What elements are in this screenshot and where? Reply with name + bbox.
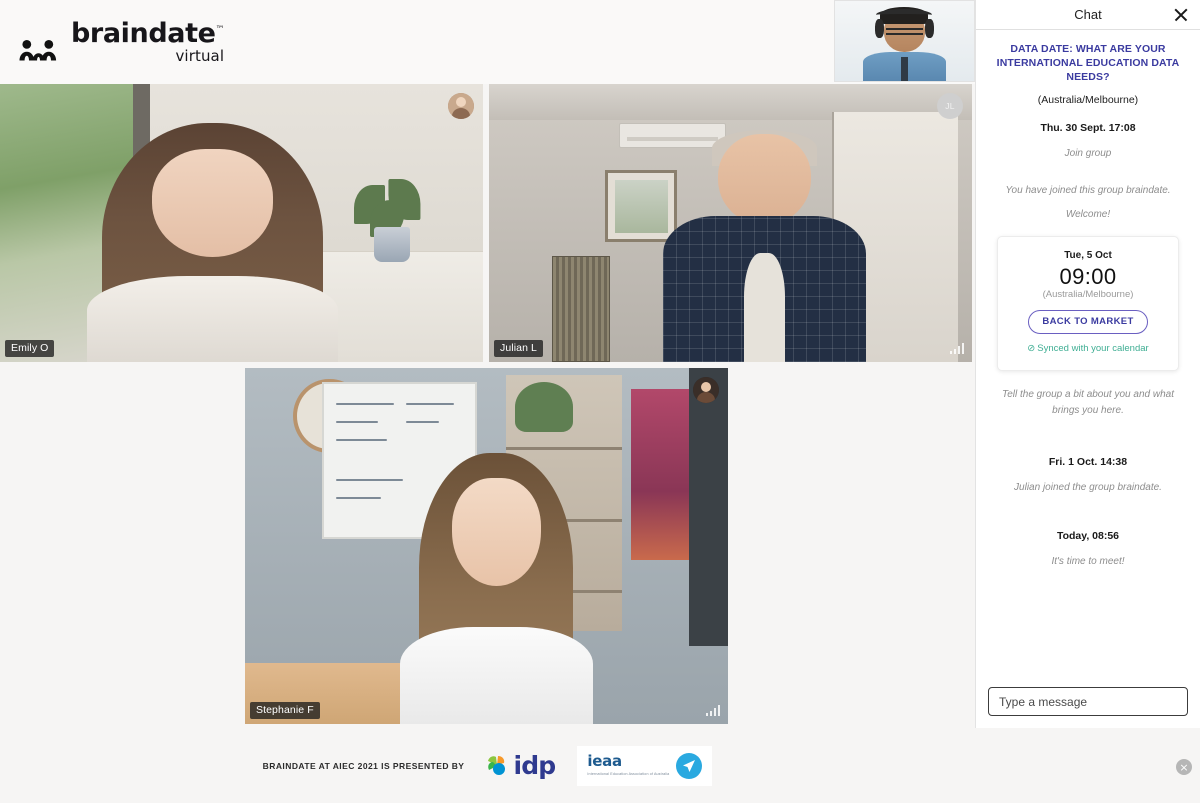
chat-panel: Chat DATA DATE: WHAT ARE YOUR INTERNATIO… — [975, 0, 1200, 728]
sponsor-logo-idp[interactable]: idp — [486, 751, 556, 780]
braindate-logo[interactable]: braindate™ virtual — [18, 18, 225, 65]
video-feed — [0, 84, 483, 362]
meeting-date: Tue, 5 Oct — [1064, 250, 1112, 262]
close-circle-icon[interactable]: × — [1176, 759, 1192, 775]
avatar — [693, 377, 719, 403]
calendar-sync-text: Synced with your calendar — [1037, 343, 1149, 355]
chat-header: Chat — [976, 0, 1200, 30]
participant-name-label: Julian L — [494, 340, 543, 357]
calendar-sync-status: ⊘ Synced with your calendar — [1008, 343, 1168, 356]
close-glyph: × — [1179, 760, 1189, 774]
chat-title: Chat — [1074, 7, 1102, 22]
participant-name-label: Stephanie F — [250, 702, 320, 719]
chat-system-message: Welcome! — [1065, 208, 1111, 220]
chat-system-message: Join group — [1064, 147, 1112, 159]
chat-timestamp: Thu. 30 Sept. 17:08 — [1040, 121, 1136, 134]
brand-wordmark: braindate™ — [71, 18, 225, 49]
meeting-time: 09:00 — [1059, 264, 1117, 290]
ieaa-tagline: International Education Association of A… — [587, 771, 670, 776]
brand-tm: ™ — [215, 25, 225, 35]
avatar — [448, 93, 474, 119]
chat-timestamp: Today, 08:56 — [1056, 529, 1120, 542]
chat-system-message: It's time to meet! — [1051, 555, 1125, 567]
video-tile-stephanie[interactable]: Stephanie F — [245, 368, 728, 724]
chat-message-list[interactable]: DATA DATE: WHAT ARE YOUR INTERNATIONAL E… — [976, 30, 1200, 687]
message-input[interactable] — [988, 687, 1188, 716]
video-tile-julian[interactable]: JL Julian L — [489, 84, 972, 362]
sponsor-footer: BRAINDATE AT AIEC 2021 IS PRESENTED BY i… — [0, 728, 975, 803]
sponsor-logo-ieaa[interactable]: ieaa International Education Association… — [577, 745, 713, 786]
check-circle-icon: ⊘ — [1027, 343, 1036, 355]
chat-topic-title: DATA DATE: WHAT ARE YOUR INTERNATIONAL E… — [996, 43, 1180, 84]
meeting-timezone: (Australia/Melbourne) — [1042, 289, 1134, 301]
self-view-feed — [863, 7, 946, 81]
app-root: braindate™ virtual Emily O JL Julian L S… — [0, 0, 1200, 803]
chat-system-message: You have joined this group braindate. — [1005, 185, 1171, 197]
video-feed — [489, 84, 972, 362]
avatar: JL — [937, 93, 963, 119]
idp-wordmark: idp — [513, 751, 556, 780]
idp-pinwheel-icon — [488, 755, 506, 775]
video-stage: Emily O JL Julian L Stephanie F — [0, 84, 975, 728]
back-to-market-button[interactable]: BACK TO MARKET — [1028, 310, 1148, 335]
ieaa-plane-icon — [676, 752, 703, 779]
braindate-people-icon — [19, 40, 57, 61]
presented-by-text: BRAINDATE AT AIEC 2021 IS PRESENTED BY — [262, 760, 465, 771]
ieaa-wordmark: ieaa — [587, 752, 622, 771]
video-feed — [245, 368, 728, 724]
self-view-tile[interactable] — [834, 0, 975, 82]
avatar-initials: JL — [945, 101, 955, 111]
chat-topic-timezone: (Australia/Melbourne) — [1037, 93, 1139, 106]
participant-name-label: Emily O — [5, 340, 55, 357]
brand-subtitle: virtual — [175, 47, 225, 65]
brand-word-text: braindate — [71, 18, 216, 49]
chat-system-message: Julian joined the group braindate. — [1014, 482, 1162, 494]
chat-timestamp: Fri. 1 Oct. 14:38 — [1048, 456, 1128, 469]
chat-composer — [976, 687, 1200, 728]
app-header: braindate™ virtual — [0, 0, 975, 84]
close-icon[interactable] — [1172, 6, 1190, 24]
meeting-card[interactable]: Tue, 5 Oct 09:00 (Australia/Melbourne) B… — [997, 236, 1179, 372]
signal-strength-icon — [949, 343, 964, 354]
video-tile-emily[interactable]: Emily O — [0, 84, 483, 362]
signal-strength-icon — [705, 705, 720, 716]
chat-system-message: Tell the group a bit about you and what … — [1002, 389, 1174, 416]
